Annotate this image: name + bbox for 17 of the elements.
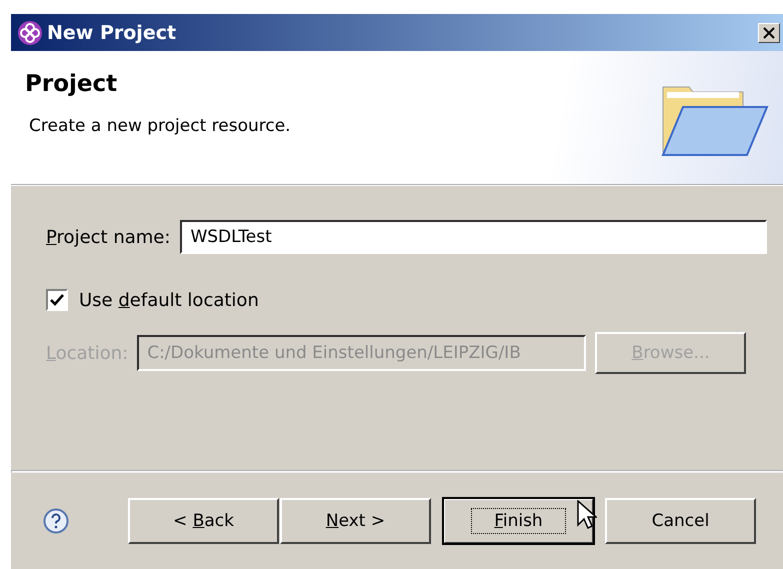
app-icon <box>17 20 43 46</box>
help-icon[interactable] <box>43 508 69 534</box>
dialog-button[interactable]: Next > <box>280 498 431 544</box>
mouse-cursor-icon <box>577 500 597 530</box>
window-title: New Project <box>47 22 178 44</box>
close-button[interactable] <box>758 22 780 42</box>
dialog-button[interactable]: < Back <box>128 498 279 544</box>
project-name-label: Project name: <box>46 226 170 248</box>
checkbox[interactable] <box>46 289 68 311</box>
close-icon <box>763 26 775 38</box>
checkbox-label: Use default location <box>79 290 259 310</box>
dialog-button[interactable]: Cancel <box>605 498 756 544</box>
checkmark-icon <box>50 294 64 306</box>
project-name-field[interactable]: WSDLTest <box>180 220 767 254</box>
dialog-button[interactable]: Finish <box>443 498 594 544</box>
page-description: Create a new project resource. <box>28 116 291 136</box>
page-title: Project <box>25 71 118 97</box>
